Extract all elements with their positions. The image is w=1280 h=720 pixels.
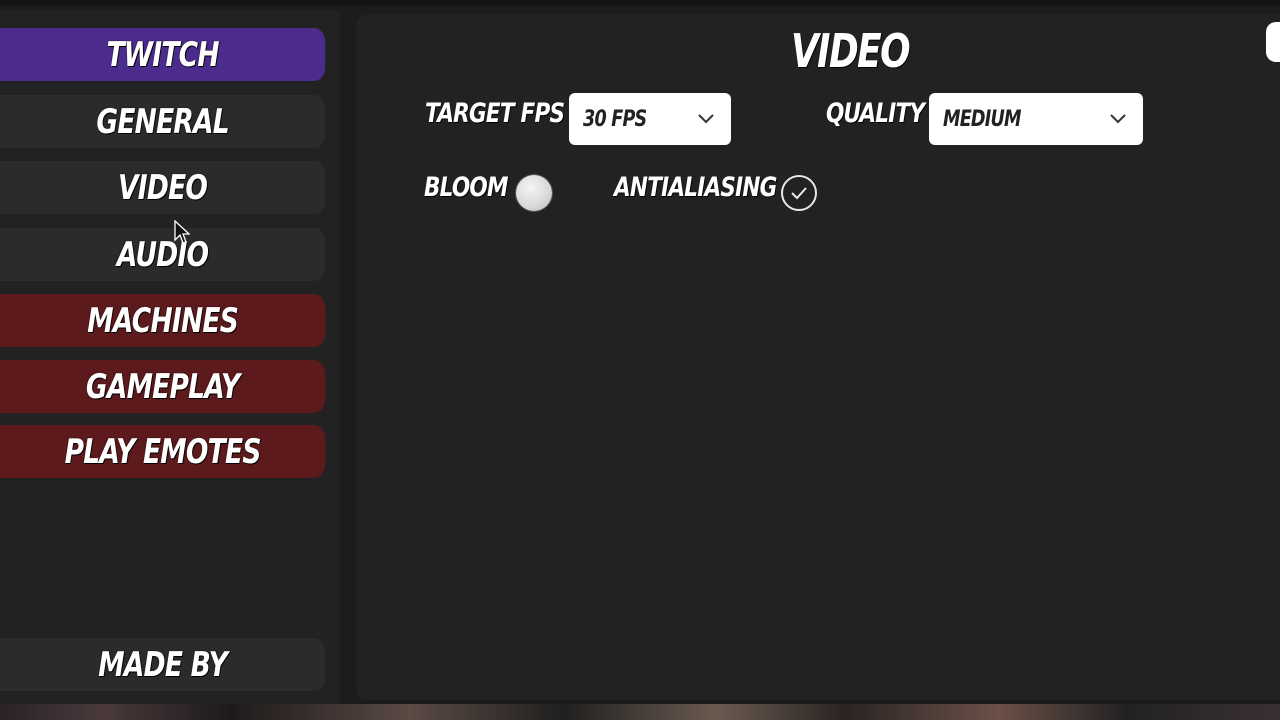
game-background <box>0 704 1280 720</box>
sidebar-item-audio[interactable]: AUDIO <box>0 228 326 281</box>
antialiasing-toggle[interactable] <box>781 175 817 211</box>
sidebar-item-gameplay[interactable]: GAMEPLAY <box>0 360 326 413</box>
sidebar-item-label: VIDEO <box>118 167 208 208</box>
target-fps-label: TARGET FPS <box>425 98 565 129</box>
target-fps-value: 30 FPS <box>583 106 647 132</box>
sidebar-item-machines[interactable]: MACHINES <box>0 294 326 347</box>
sidebar-item-video[interactable]: VIDEO <box>0 161 326 214</box>
chevron-down-icon <box>698 114 714 124</box>
quality-value: MEDIUM <box>943 106 1022 132</box>
top-edge <box>0 0 1280 6</box>
scroll-handle[interactable] <box>1266 22 1280 62</box>
target-fps-dropdown[interactable]: 30 FPS <box>569 93 731 145</box>
chevron-down-icon <box>1110 114 1126 124</box>
sidebar-item-label: AUDIO <box>116 234 209 275</box>
antialiasing-label: ANTIALIASING <box>614 172 777 203</box>
checkmark-icon <box>791 187 807 200</box>
sidebar-item-general[interactable]: GENERAL <box>0 95 326 148</box>
sidebar-item-label: MACHINES <box>87 300 239 341</box>
sidebar-item-label: MADE BY <box>98 644 228 685</box>
sidebar-item-label: GENERAL <box>96 101 229 142</box>
settings-sidebar: TWITCH GENERAL VIDEO AUDIO MACHINES GAME… <box>0 10 340 704</box>
sidebar-item-label: TWITCH <box>106 34 219 75</box>
mouse-cursor-icon <box>174 220 190 244</box>
sidebar-item-made-by[interactable]: MADE BY <box>0 638 326 691</box>
quality-dropdown[interactable]: MEDIUM <box>929 93 1143 145</box>
sidebar-item-label: GAMEPLAY <box>85 366 240 407</box>
page-title: VIDEO <box>790 24 911 78</box>
sidebar-item-label: PLAY EMOTES <box>64 431 262 472</box>
quality-label: QUALITY <box>826 98 925 129</box>
bloom-toggle[interactable] <box>516 175 552 211</box>
sidebar-item-play-emotes[interactable]: PLAY EMOTES <box>0 425 326 478</box>
sidebar-item-twitch[interactable]: TWITCH <box>0 28 326 81</box>
bloom-label: BLOOM <box>424 172 508 203</box>
